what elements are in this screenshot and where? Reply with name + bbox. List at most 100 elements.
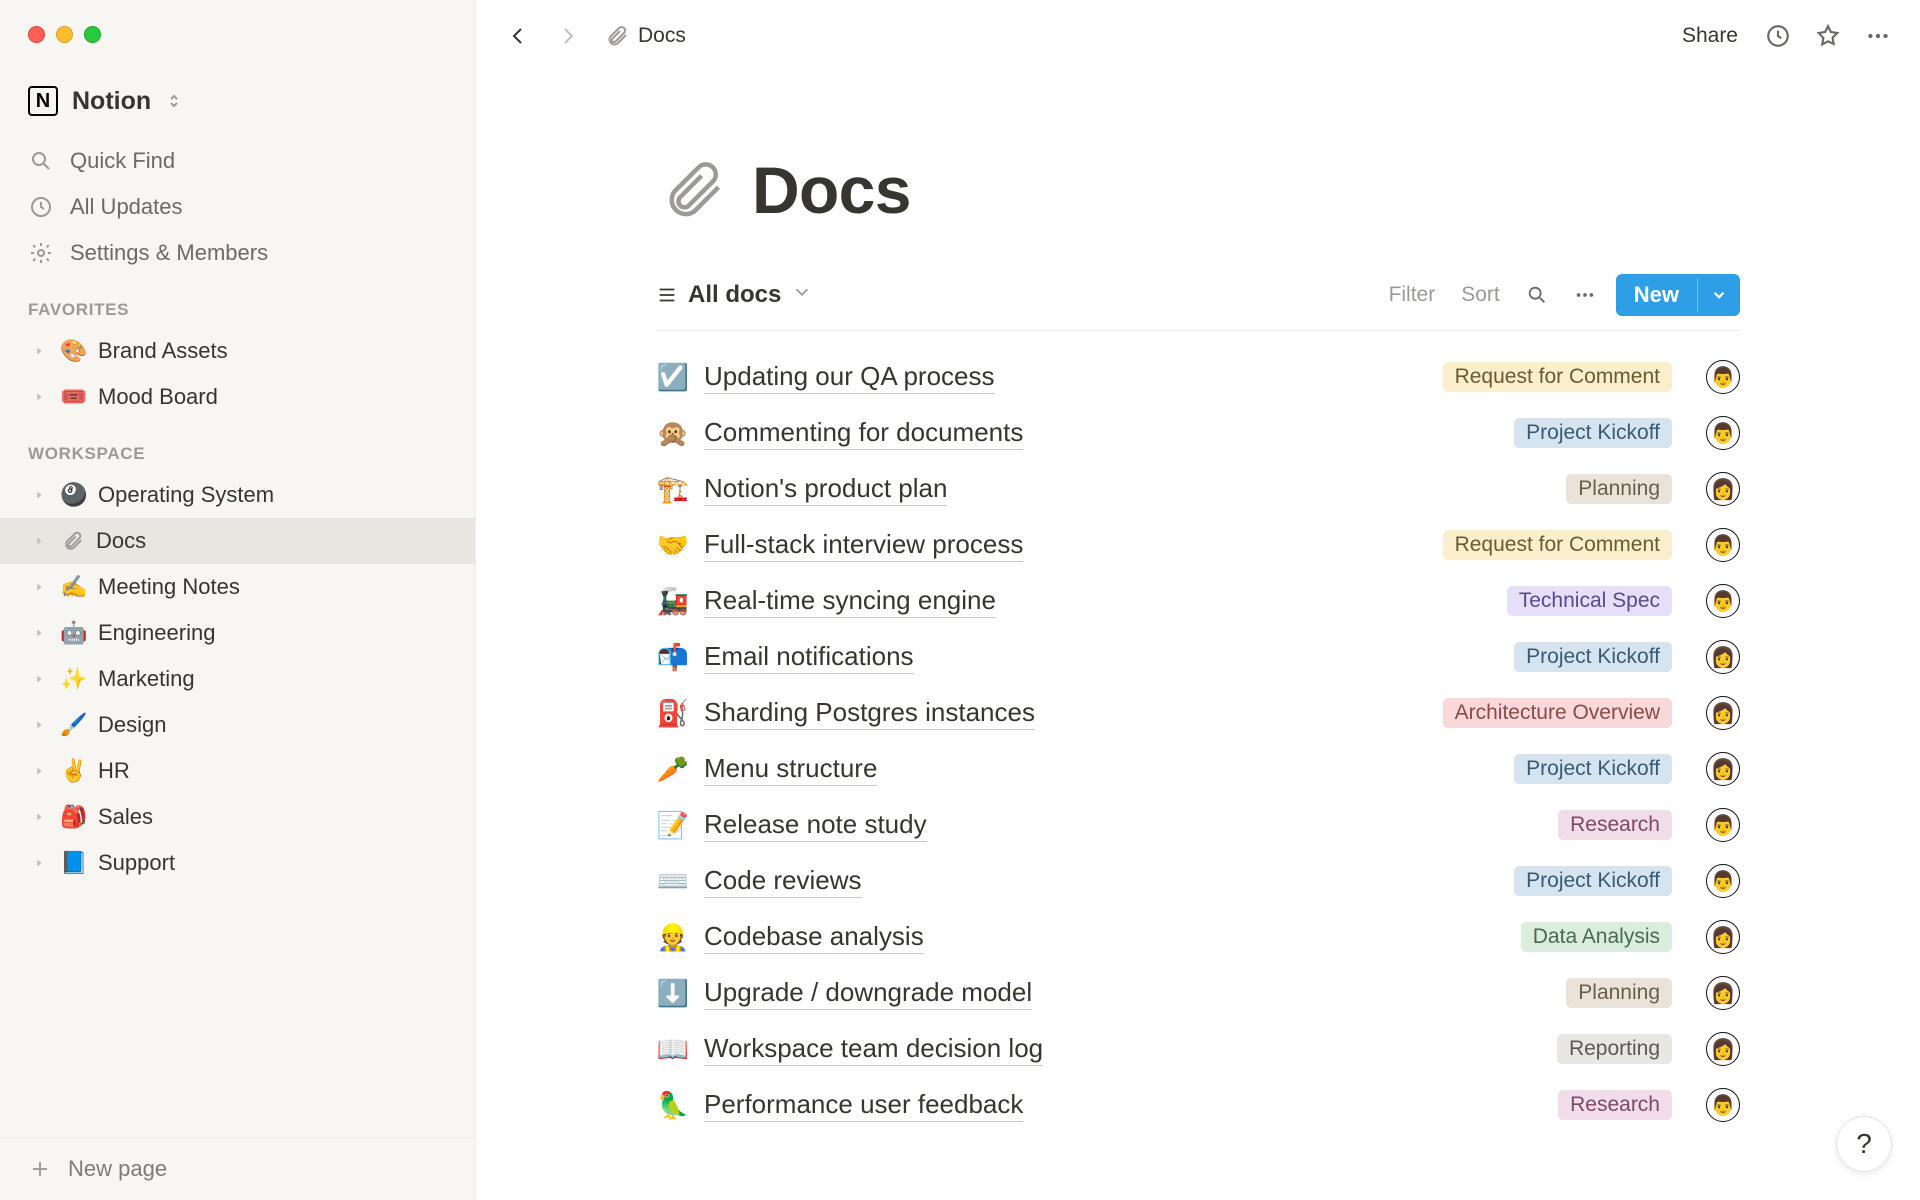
caret-icon[interactable] <box>32 718 50 732</box>
breadcrumb[interactable]: Docs <box>604 23 686 49</box>
doc-row[interactable]: ⌨️Code reviewsProject Kickoff👨 <box>656 853 1740 909</box>
doc-emoji: 🚂 <box>656 586 690 617</box>
caret-icon[interactable] <box>32 344 50 358</box>
all-updates-label: All Updates <box>70 194 183 220</box>
settings-members[interactable]: Settings & Members <box>0 230 475 276</box>
filter-button[interactable]: Filter <box>1383 279 1442 311</box>
doc-row[interactable]: ⛽Sharding Postgres instancesArchitecture… <box>656 685 1740 741</box>
doc-author-avatar[interactable]: 👨 <box>1706 584 1740 618</box>
share-button[interactable]: Share <box>1672 18 1748 54</box>
doc-title-link[interactable]: Upgrade / downgrade model <box>704 977 1032 1010</box>
sidebar-workspace-item[interactable]: ✌️HR <box>0 748 475 794</box>
doc-row[interactable]: ⬇️Upgrade / downgrade modelPlanning👩 <box>656 965 1740 1021</box>
doc-author-avatar[interactable]: 👨 <box>1706 360 1740 394</box>
page-title[interactable]: Docs <box>752 152 911 228</box>
sidebar-workspace-item[interactable]: Docs <box>0 518 475 564</box>
doc-author-avatar[interactable]: 👩 <box>1706 472 1740 506</box>
doc-row[interactable]: 📝Release note studyResearch👨 <box>656 797 1740 853</box>
doc-tag: Project Kickoff <box>1514 754 1672 784</box>
doc-row[interactable]: 🚂Real-time syncing engineTechnical Spec👨 <box>656 573 1740 629</box>
doc-row[interactable]: ☑️Updating our QA processRequest for Com… <box>656 349 1740 405</box>
sidebar-workspace-item[interactable]: 🖌️Design <box>0 702 475 748</box>
doc-author-avatar[interactable]: 👨 <box>1706 808 1740 842</box>
doc-title-link[interactable]: Menu structure <box>704 753 877 786</box>
close-window-button[interactable] <box>28 26 45 43</box>
doc-author-avatar[interactable]: 👨 <box>1706 416 1740 450</box>
quick-find[interactable]: Quick Find <box>0 138 475 184</box>
doc-author-avatar[interactable]: 👨 <box>1706 528 1740 562</box>
help-button[interactable]: ? <box>1836 1116 1892 1172</box>
minimize-window-button[interactable] <box>56 26 73 43</box>
doc-row[interactable]: 🦜Performance user feedbackResearch👨 <box>656 1077 1740 1133</box>
doc-title-link[interactable]: Updating our QA process <box>704 361 995 394</box>
doc-author-avatar[interactable]: 👩 <box>1706 696 1740 730</box>
page-emoji: ✌️ <box>60 758 88 784</box>
doc-title-link[interactable]: Performance user feedback <box>704 1089 1023 1122</box>
all-updates[interactable]: All Updates <box>0 184 475 230</box>
doc-title-link[interactable]: Notion's product plan <box>704 473 947 506</box>
page-icon-paperclip[interactable] <box>656 153 730 227</box>
doc-title-link[interactable]: Real-time syncing engine <box>704 585 996 618</box>
sidebar-workspace-item[interactable]: ✨Marketing <box>0 656 475 702</box>
view-more-button[interactable] <box>1568 278 1602 312</box>
doc-row[interactable]: 📖Workspace team decision logReporting👩 <box>656 1021 1740 1077</box>
doc-title-link[interactable]: Code reviews <box>704 865 862 898</box>
doc-author-avatar[interactable]: 👩 <box>1706 640 1740 674</box>
more-button[interactable] <box>1858 16 1898 56</box>
doc-title-link[interactable]: Commenting for documents <box>704 417 1023 450</box>
caret-icon[interactable] <box>32 810 50 824</box>
doc-tag: Project Kickoff <box>1514 866 1672 896</box>
doc-title-link[interactable]: Workspace team decision log <box>704 1033 1043 1066</box>
doc-author-avatar[interactable]: 👩 <box>1706 1032 1740 1066</box>
doc-row[interactable]: 👷Codebase analysisData Analysis👩 <box>656 909 1740 965</box>
doc-author-avatar[interactable]: 👨 <box>1706 864 1740 898</box>
caret-icon[interactable] <box>32 764 50 778</box>
doc-author-avatar[interactable]: 👩 <box>1706 920 1740 954</box>
doc-row[interactable]: 🥕Menu structureProject Kickoff👩 <box>656 741 1740 797</box>
search-icon <box>1526 284 1548 306</box>
doc-title-link[interactable]: Full-stack interview process <box>704 529 1023 562</box>
new-page-button[interactable]: New page <box>0 1137 475 1200</box>
new-doc-label[interactable]: New <box>1616 274 1697 316</box>
doc-row[interactable]: 🤝Full-stack interview processRequest for… <box>656 517 1740 573</box>
sidebar-workspace-item[interactable]: 📘Support <box>0 840 475 886</box>
doc-row[interactable]: 📬Email notificationsProject Kickoff👩 <box>656 629 1740 685</box>
nav-back-button[interactable] <box>498 16 538 56</box>
sidebar-favorite-item[interactable]: 🎨Brand Assets <box>0 328 475 374</box>
caret-icon[interactable] <box>32 534 50 548</box>
doc-row[interactable]: 🏗️Notion's product planPlanning👩 <box>656 461 1740 517</box>
search-button[interactable] <box>1520 278 1554 312</box>
caret-icon[interactable] <box>32 672 50 686</box>
doc-title-link[interactable]: Codebase analysis <box>704 921 924 954</box>
caret-icon[interactable] <box>32 626 50 640</box>
caret-icon[interactable] <box>32 390 50 404</box>
view-bar: All docs Filter Sort New <box>656 274 1740 331</box>
sort-button[interactable]: Sort <box>1455 279 1506 311</box>
doc-emoji: ☑️ <box>656 362 690 393</box>
caret-icon[interactable] <box>32 856 50 870</box>
doc-title-link[interactable]: Release note study <box>704 809 927 842</box>
caret-icon[interactable] <box>32 580 50 594</box>
nav-forward-button[interactable] <box>548 16 588 56</box>
doc-title-link[interactable]: Email notifications <box>704 641 914 674</box>
doc-author-avatar[interactable]: 👨 <box>1706 1088 1740 1122</box>
doc-tag: Project Kickoff <box>1514 642 1672 672</box>
page-emoji: 🖌️ <box>60 712 88 738</box>
doc-author-avatar[interactable]: 👩 <box>1706 976 1740 1010</box>
caret-icon[interactable] <box>32 488 50 502</box>
updates-button[interactable] <box>1758 16 1798 56</box>
sidebar-favorite-item[interactable]: 🎟️Mood Board <box>0 374 475 420</box>
sidebar-workspace-item[interactable]: ✍️Meeting Notes <box>0 564 475 610</box>
view-tab-all-docs[interactable]: All docs <box>656 281 813 310</box>
new-doc-dropdown[interactable] <box>1697 278 1740 312</box>
workspace-switcher[interactable]: N Notion <box>0 78 475 138</box>
doc-author-avatar[interactable]: 👩 <box>1706 752 1740 786</box>
maximize-window-button[interactable] <box>84 26 101 43</box>
doc-title-link[interactable]: Sharding Postgres instances <box>704 697 1035 730</box>
sidebar-workspace-item[interactable]: 🤖Engineering <box>0 610 475 656</box>
sidebar-workspace-item[interactable]: 🎒Sales <box>0 794 475 840</box>
doc-row[interactable]: 🙊Commenting for documentsProject Kickoff… <box>656 405 1740 461</box>
sidebar-workspace-item[interactable]: 🎱Operating System <box>0 472 475 518</box>
page-emoji: 🎨 <box>60 338 88 364</box>
favorite-button[interactable] <box>1808 16 1848 56</box>
